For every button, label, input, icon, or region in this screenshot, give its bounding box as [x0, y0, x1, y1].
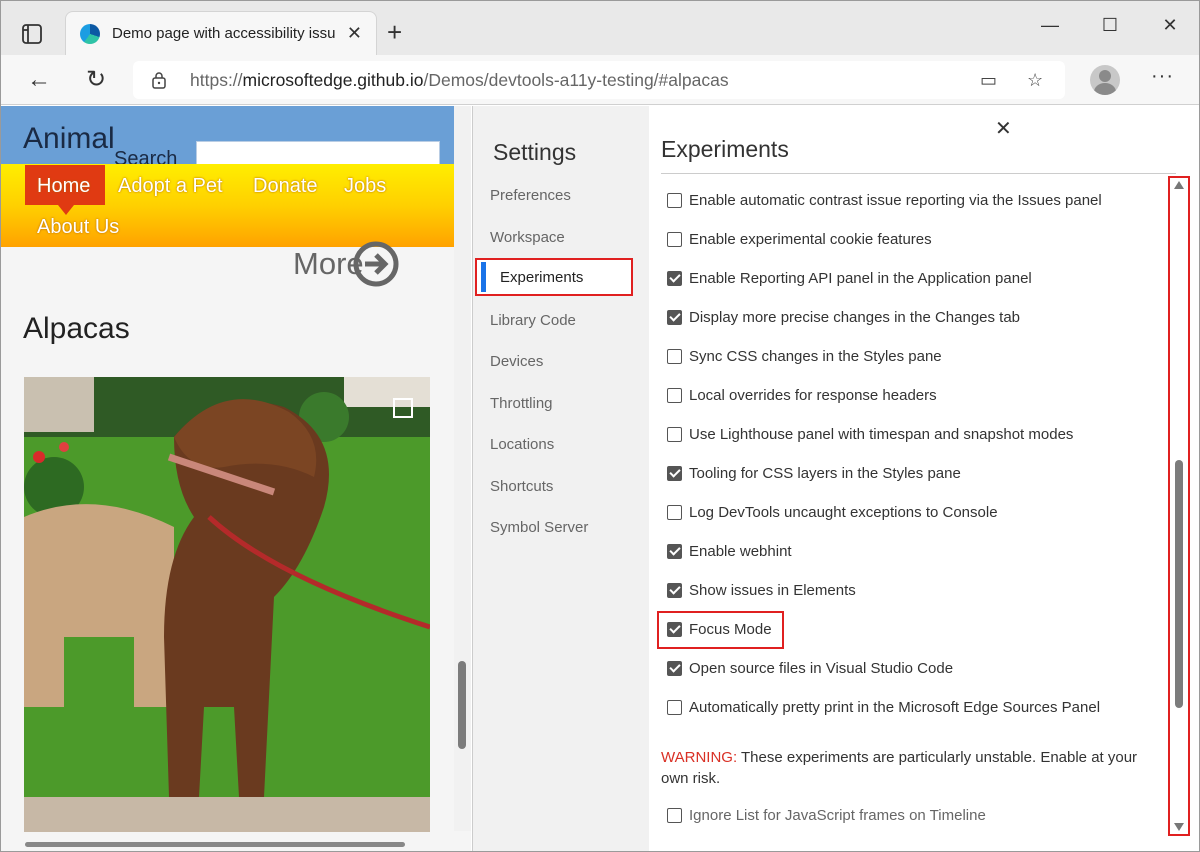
tab-actions-icon[interactable] [17, 19, 47, 49]
checkbox-unchecked[interactable] [667, 505, 682, 520]
edge-favicon-icon [80, 24, 100, 44]
close-tab-icon[interactable]: ✕ [347, 23, 362, 44]
close-settings-icon[interactable]: ✕ [995, 116, 1012, 141]
checkbox-unchecked[interactable] [667, 349, 682, 364]
checkbox-checked[interactable] [667, 271, 682, 286]
settings-nav-library-code[interactable]: Library Code [490, 306, 640, 336]
minimize-icon[interactable]: — [1030, 15, 1070, 36]
nav-adopt[interactable]: Adopt a Pet [118, 175, 223, 198]
checkbox-checked[interactable] [667, 583, 682, 598]
experiment-label[interactable]: Sync CSS changes in the Styles pane [689, 348, 942, 365]
experiments-panel: Experiments Enable automatic contrast is… [649, 106, 1199, 851]
focus-mode-highlight [657, 611, 784, 649]
checkbox-unchecked[interactable] [667, 700, 682, 715]
checkbox-unchecked[interactable] [667, 808, 682, 823]
webpage-viewport: Animal Search Home Adopt a Pet Donate Jo… [1, 106, 471, 851]
new-tab-icon[interactable]: + [387, 17, 402, 48]
checkbox-checked[interactable] [667, 661, 682, 676]
site-title: Animal [23, 122, 115, 155]
add-favorite-icon[interactable]: ☆ [1027, 70, 1051, 92]
title-bar: Demo page with accessibility issu ✕ + — … [1, 1, 1199, 55]
settings-nav-workspace[interactable]: Workspace [490, 223, 640, 253]
experiment-label[interactable]: Enable automatic contrast issue reportin… [689, 192, 1102, 209]
experiment-label[interactable]: Use Lighthouse panel with timespan and s… [689, 426, 1073, 443]
refresh-icon[interactable]: ↻ [82, 66, 110, 94]
experiment-label[interactable]: Open source files in Visual Studio Code [689, 660, 953, 677]
checkbox-checked[interactable] [667, 310, 682, 325]
settings-nav-preferences[interactable]: Preferences [490, 181, 640, 211]
settings-nav-symbol-server[interactable]: Symbol Server [490, 513, 640, 543]
alpaca-photo [24, 377, 430, 832]
checkbox-checked[interactable] [667, 544, 682, 559]
url-text[interactable]: https://microsoftedge.github.io/Demos/de… [190, 70, 729, 91]
nav-home[interactable]: Home [37, 175, 90, 198]
tab-title: Demo page with accessibility issu [112, 25, 336, 42]
nav-about[interactable]: About Us [37, 216, 119, 239]
maximize-icon[interactable]: ☐ [1090, 15, 1130, 36]
checkbox-unchecked[interactable] [667, 388, 682, 403]
profile-avatar-icon[interactable] [1090, 65, 1120, 95]
experiment-label[interactable]: Log DevTools uncaught exceptions to Cons… [689, 504, 998, 521]
nav-donate[interactable]: Donate [253, 175, 318, 198]
browser-window: Demo page with accessibility issu ✕ + — … [0, 0, 1200, 852]
read-aloud-icon[interactable]: ▭ [980, 70, 1004, 92]
devtools-scroll-thumb[interactable] [1175, 460, 1183, 708]
settings-title: Settings [493, 139, 577, 165]
experiment-label[interactable]: Local overrides for response headers [689, 387, 937, 404]
page-scrollbar[interactable] [454, 106, 471, 831]
address-bar[interactable]: https://microsoftedge.github.io/Demos/de… [133, 61, 1065, 99]
lock-icon[interactable] [151, 71, 167, 89]
horizontal-scrollbar[interactable] [25, 842, 405, 847]
scroll-down-icon[interactable] [1174, 823, 1184, 831]
close-window-icon[interactable]: ✕ [1150, 15, 1190, 36]
experiment-label[interactable]: Show issues in Elements [689, 582, 856, 599]
page-heading: Alpacas [23, 312, 130, 345]
experiment-label[interactable]: Enable Reporting API panel in the Applic… [689, 270, 1032, 287]
back-arrow-icon[interactable]: ← [25, 66, 53, 94]
checkbox-unchecked[interactable] [667, 232, 682, 247]
experiment-label[interactable]: Enable webhint [689, 543, 792, 560]
settings-nav-experiments[interactable]: Experiments [475, 258, 633, 296]
browser-tab[interactable]: Demo page with accessibility issu ✕ [65, 11, 377, 55]
devtools-settings: Settings Preferences Workspace Experimen… [472, 106, 1199, 851]
checkbox-unchecked[interactable] [667, 427, 682, 442]
more-arrow-icon[interactable] [353, 241, 399, 287]
nav-jobs[interactable]: Jobs [344, 175, 386, 198]
settings-nav-shortcuts[interactable]: Shortcuts [490, 472, 640, 502]
settings-nav-locations[interactable]: Locations [490, 430, 640, 460]
address-toolbar: ← ↻ https://microsoftedge.github.io/Demo… [1, 55, 1199, 105]
experiment-label[interactable]: Automatically pretty print in the Micros… [689, 699, 1100, 716]
experiment-label[interactable]: Enable experimental cookie features [689, 231, 932, 248]
warning-label: WARNING: [661, 749, 738, 766]
settings-nav-devices[interactable]: Devices [490, 347, 640, 377]
settings-sidebar: Settings Preferences Workspace Experimen… [473, 106, 649, 851]
experiments-heading: Experiments [661, 136, 789, 162]
devtools-scrollbar[interactable] [1168, 176, 1190, 836]
heading-divider [661, 173, 1176, 174]
experiment-label[interactable]: Display more precise changes in the Chan… [689, 309, 1020, 326]
checkbox-checked[interactable] [667, 466, 682, 481]
scroll-up-icon[interactable] [1174, 181, 1184, 189]
more-options-icon[interactable]: ··· [1151, 65, 1174, 88]
experiment-label[interactable]: Tooling for CSS layers in the Styles pan… [689, 465, 961, 482]
checkbox-unchecked[interactable] [667, 193, 682, 208]
experiment-label[interactable]: Ignore List for JavaScript frames on Tim… [689, 807, 986, 824]
page-scroll-thumb[interactable] [458, 661, 466, 749]
warning-message: WARNING: These experiments are particula… [661, 747, 1161, 789]
settings-nav-throttling[interactable]: Throttling [490, 389, 640, 419]
